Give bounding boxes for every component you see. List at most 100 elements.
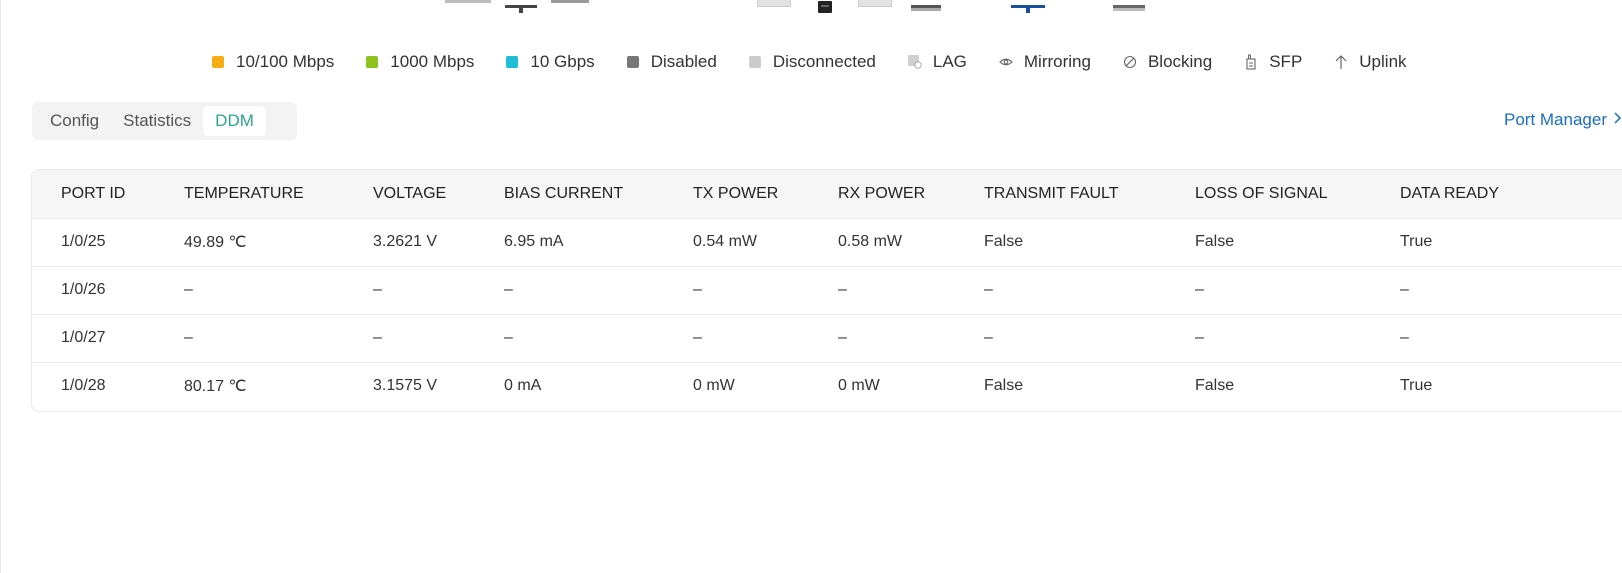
- disabled-swatch: [626, 56, 639, 68]
- port-device-icon: [1113, 0, 1145, 11]
- blocking-icon: [1123, 55, 1137, 69]
- cell-tx-power: 0 mW: [693, 377, 735, 395]
- column-header-data-ready[interactable]: DATA READY: [1400, 170, 1622, 218]
- arrow-up-icon: [1334, 55, 1348, 69]
- cell-port-id: 1/0/28: [61, 377, 106, 395]
- column-header-voltage[interactable]: VOLTAGE: [373, 170, 504, 218]
- table-header-row: PORT ID TEMPERATURE VOLTAGE BIAS CURRENT…: [32, 170, 1622, 218]
- port-device-icon: [757, 0, 791, 7]
- column-header-tx-power[interactable]: TX POWER: [693, 170, 838, 218]
- port-device-icon: [445, 0, 491, 3]
- legend-label: 10/100 Mbps: [236, 52, 335, 71]
- cell-data-ready: –: [1400, 329, 1409, 346]
- port-manager-link[interactable]: Port Manager: [1504, 110, 1622, 130]
- cell-transmit-fault: False: [984, 233, 1024, 250]
- cell-transmit-fault: False: [984, 377, 1024, 395]
- port-device-icon: [817, 0, 833, 13]
- column-header-bias-current[interactable]: BIAS CURRENT: [504, 170, 693, 218]
- legend-label: Disconnected: [772, 52, 876, 71]
- cell-tx-power: –: [693, 329, 702, 346]
- legend-label: Uplink: [1359, 52, 1407, 71]
- chevron-right-icon: [1613, 111, 1622, 130]
- port-view-tabs: Config Statistics DDM: [32, 102, 297, 140]
- table-row[interactable]: 1/0/25 49.89 ℃ 3.2621 V 6.95 mA 0.54 mW …: [32, 218, 1622, 266]
- cell-rx-power: –: [838, 281, 847, 298]
- cell-voltage: 3.1575 V: [373, 377, 438, 395]
- speed-1000-swatch: [366, 56, 379, 68]
- cell-temperature: 49.89 ℃: [184, 234, 247, 251]
- sfp-icon: [1244, 54, 1258, 70]
- port-device-icon: [1011, 0, 1045, 13]
- legend-label: LAG: [932, 52, 967, 71]
- cell-transmit-fault: –: [984, 329, 993, 346]
- speed-10g-swatch: [506, 56, 519, 68]
- legend-item-mirroring: Mirroring: [999, 52, 1091, 72]
- column-header-loss-of-signal[interactable]: LOSS OF SIGNAL: [1195, 170, 1400, 218]
- ddm-table: PORT ID TEMPERATURE VOLTAGE BIAS CURRENT…: [31, 169, 1622, 412]
- port-device-icon: [911, 0, 941, 11]
- legend-item-1000mbps: 1000 Mbps: [366, 52, 474, 72]
- cell-data-ready: –: [1400, 281, 1409, 298]
- eye-icon: [999, 55, 1013, 69]
- cell-voltage: –: [373, 329, 382, 346]
- table-row[interactable]: 1/0/26 – – – – – – – –: [32, 266, 1622, 314]
- legend-item-10-100mbps: 10/100 Mbps: [212, 52, 334, 72]
- disconnected-swatch: [748, 56, 761, 68]
- cell-port-id: 1/0/27: [61, 329, 106, 346]
- port-status-legend: 10/100 Mbps 1000 Mbps 10 Gbps Disabled D…: [212, 52, 1407, 72]
- column-header-rx-power[interactable]: RX POWER: [838, 170, 984, 218]
- cell-temperature: –: [184, 329, 193, 346]
- column-header-temperature[interactable]: TEMPERATURE: [184, 170, 373, 218]
- cell-data-ready: True: [1400, 377, 1433, 395]
- cell-tx-power: 0.54 mW: [693, 233, 758, 250]
- legend-label: Blocking: [1147, 52, 1213, 71]
- port-manager-label: Port Manager: [1504, 110, 1607, 129]
- legend-label: 10 Gbps: [530, 52, 595, 71]
- column-header-transmit-fault[interactable]: TRANSMIT FAULT: [984, 170, 1195, 218]
- port-panel-strip: [0, 0, 1622, 14]
- legend-label: 1000 Mbps: [390, 52, 475, 71]
- legend-item-10gbps: 10 Gbps: [506, 52, 595, 72]
- cell-bias-current: –: [504, 281, 513, 298]
- cell-data-ready: True: [1400, 233, 1433, 250]
- table-row[interactable]: 1/0/27 – – – – – – – –: [32, 314, 1622, 362]
- port-device-icon: [505, 0, 537, 13]
- legend-item-disabled: Disabled: [626, 52, 717, 72]
- tab-ddm[interactable]: DDM: [203, 106, 266, 136]
- tab-statistics[interactable]: Statistics: [111, 106, 203, 136]
- table-row[interactable]: 1/0/28 80.17 ℃ 3.1575 V 0 mA 0 mW 0 mW F…: [32, 362, 1622, 410]
- legend-item-sfp: SFP: [1244, 52, 1302, 72]
- cell-voltage: –: [373, 281, 382, 298]
- cell-bias-current: 0 mA: [504, 377, 542, 395]
- cell-transmit-fault: –: [984, 281, 993, 298]
- legend-item-disconnected: Disconnected: [748, 52, 876, 72]
- legend-label: Disabled: [650, 52, 717, 71]
- speed-10-100-swatch: [212, 56, 224, 68]
- lag-icon: [907, 55, 922, 69]
- cell-loss-of-signal: False: [1195, 233, 1235, 250]
- port-device-icon: [858, 0, 892, 7]
- legend-item-blocking: Blocking: [1123, 52, 1212, 72]
- cell-bias-current: 6.95 mA: [504, 233, 564, 250]
- cell-rx-power: –: [838, 329, 847, 346]
- page-left-border: [0, 0, 1, 573]
- cell-loss-of-signal: False: [1195, 377, 1235, 395]
- cell-tx-power: –: [693, 281, 702, 298]
- cell-port-id: 1/0/25: [61, 233, 106, 250]
- tab-config[interactable]: Config: [38, 106, 111, 136]
- cell-port-id: 1/0/26: [61, 281, 106, 298]
- cell-loss-of-signal: –: [1195, 281, 1204, 298]
- cell-rx-power: 0 mW: [838, 377, 880, 395]
- cell-temperature: –: [184, 281, 193, 298]
- legend-label: Mirroring: [1023, 52, 1091, 71]
- legend-item-uplink: Uplink: [1334, 52, 1407, 72]
- legend-label: SFP: [1269, 52, 1303, 71]
- column-header-port-id[interactable]: PORT ID: [32, 170, 184, 218]
- cell-rx-power: 0.58 mW: [838, 233, 903, 250]
- cell-bias-current: –: [504, 329, 513, 346]
- port-device-icon: [551, 0, 589, 3]
- legend-item-lag: LAG: [907, 52, 967, 72]
- cell-loss-of-signal: –: [1195, 329, 1204, 346]
- cell-voltage: 3.2621 V: [373, 233, 438, 250]
- cell-temperature: 80.17 ℃: [184, 378, 247, 396]
